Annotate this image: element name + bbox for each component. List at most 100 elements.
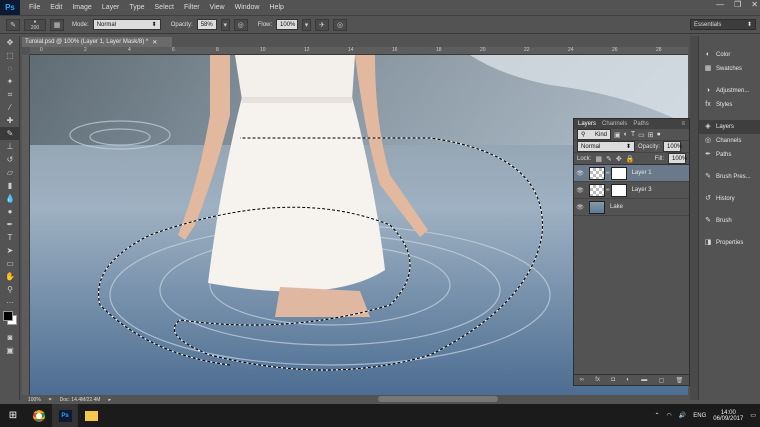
layer-row-lake[interactable]: 👁 Lake — [574, 199, 689, 216]
dock-item-styles[interactable]: fx Styles — [699, 98, 760, 112]
shape-tool[interactable]: ▭ — [0, 257, 20, 270]
mask-icon[interactable]: ◘ — [611, 377, 615, 383]
menu-layer[interactable]: Layer — [97, 4, 125, 11]
volume-icon[interactable]: 🔊 — [679, 412, 686, 419]
clone-stamp-tool[interactable]: ⊥ — [0, 140, 20, 153]
hand-tool[interactable]: ✋ — [0, 270, 20, 283]
path-select-tool[interactable]: ➤ — [0, 244, 20, 257]
shape-filter-icon[interactable]: ▭ — [638, 131, 645, 139]
quick-select-tool[interactable]: ✦ — [0, 75, 20, 88]
visibility-eye-icon[interactable]: 👁 — [574, 204, 586, 211]
pen-tool[interactable]: ✒ — [0, 218, 20, 231]
link-icon[interactable]: ∞ — [606, 187, 610, 193]
adjustment-icon[interactable]: ◐ — [626, 377, 630, 383]
restore-button[interactable]: ❐ — [734, 0, 741, 9]
vertical-ruler[interactable] — [22, 55, 30, 395]
dock-collapse-strip[interactable] — [690, 36, 698, 400]
dock-item-brush-presets[interactable]: ✎ Brush Pres... — [699, 170, 760, 184]
menu-type[interactable]: Type — [124, 4, 149, 11]
opacity-dropdown[interactable]: ▾ — [220, 18, 230, 31]
link-icon[interactable]: ∞ — [580, 377, 584, 383]
trash-icon[interactable]: 🗑 — [676, 377, 684, 384]
lock-position-icon[interactable]: ✥ — [616, 155, 622, 163]
menu-edit[interactable]: Edit — [45, 4, 67, 11]
foreground-color-swatch[interactable] — [3, 311, 13, 321]
adjustment-filter-icon[interactable]: ◐ — [624, 131, 628, 138]
link-icon[interactable]: ∞ — [606, 170, 610, 176]
eraser-tool[interactable]: ▱ — [0, 166, 20, 179]
eyedropper-tool[interactable]: ⁄ — [0, 101, 20, 114]
wifi-icon[interactable]: ◠ — [667, 412, 672, 419]
history-brush-tool[interactable]: ↺ — [0, 153, 20, 166]
healing-brush-tool[interactable]: ✚ — [0, 114, 20, 127]
folder-icon[interactable]: ▬ — [641, 377, 647, 383]
screen-mode-toggle[interactable]: ▣ — [0, 344, 20, 357]
status-menu-button[interactable]: ▸ — [108, 397, 111, 403]
layer-mask-thumbnail[interactable] — [610, 166, 627, 180]
close-button[interactable]: ✕ — [751, 0, 758, 9]
dock-item-properties[interactable]: ◨ Properties — [699, 236, 760, 250]
dodge-tool[interactable]: ● — [0, 205, 20, 218]
fill-field[interactable]: 100% — [668, 153, 687, 164]
tab-channels[interactable]: Channels — [602, 121, 627, 127]
brush-size-picker[interactable]: ● 200 — [24, 18, 46, 31]
pressure-size-toggle[interactable]: ◎ — [333, 18, 348, 31]
photoshop-taskbar-button[interactable]: Ps — [52, 404, 78, 427]
filter-toggle-icon[interactable]: ● — [657, 131, 661, 138]
lock-all-icon[interactable]: 🔒 — [626, 155, 635, 163]
tab-paths[interactable]: Paths — [633, 121, 648, 127]
tab-layers[interactable]: Layers — [578, 121, 596, 127]
dock-item-swatches[interactable]: ▦ Swatches — [699, 62, 760, 76]
layer-opacity-field[interactable]: 100% — [663, 141, 682, 152]
quick-mask-toggle[interactable]: ◙ — [0, 331, 20, 344]
menu-filter[interactable]: Filter — [179, 4, 205, 11]
panel-menu-icon[interactable]: ≡ — [681, 121, 685, 127]
more-tools[interactable]: ··· — [0, 296, 20, 309]
dock-item-layers[interactable]: ◈ Layers — [699, 120, 760, 134]
minimize-button[interactable]: — — [716, 0, 724, 9]
brush-tool[interactable]: ✎ — [0, 127, 20, 140]
menu-select[interactable]: Select — [150, 4, 179, 11]
move-tool[interactable]: ✥ — [0, 36, 20, 49]
tool-preset-picker[interactable]: ✎ — [6, 18, 20, 31]
chrome-taskbar-button[interactable] — [26, 404, 52, 427]
layer-mask-thumbnail[interactable] — [610, 183, 627, 197]
filter-kind-select[interactable]: ⚲ Kind — [577, 129, 611, 140]
opacity-field[interactable]: 58% — [196, 19, 217, 30]
windows-start-button[interactable]: ⊞ — [0, 404, 26, 427]
notifications-icon[interactable]: ▭ — [750, 412, 756, 419]
brush-panel-toggle[interactable]: ▦ — [50, 18, 64, 31]
close-icon[interactable]: ✕ — [152, 39, 157, 46]
crop-tool[interactable]: ⌗ — [0, 88, 20, 101]
type-filter-icon[interactable]: T — [631, 131, 635, 138]
dock-item-channels[interactable]: ◎ Channels — [699, 134, 760, 148]
layer-row-layer-3[interactable]: 👁 ∞ Layer 3 — [574, 182, 689, 199]
zoom-level[interactable]: 100% — [28, 397, 41, 403]
dock-item-adjustments[interactable]: ◑ Adjustmen... — [699, 84, 760, 98]
document-tab[interactable]: Turoial.psd @ 100% (Layer 1, Layer Mask/… — [22, 37, 172, 47]
file-explorer-taskbar-button[interactable] — [78, 404, 104, 427]
airbrush-toggle[interactable]: ✈ — [315, 18, 330, 31]
layer-row-layer-1[interactable]: 👁 ∞ Layer 1 — [574, 165, 689, 182]
blur-tool[interactable]: 💧 — [0, 192, 20, 205]
horizontal-scrollbar[interactable] — [378, 396, 498, 402]
visibility-eye-icon[interactable]: 👁 — [574, 170, 586, 177]
flow-field[interactable]: 100% — [276, 19, 299, 30]
horizontal-ruler[interactable]: 0 2 4 6 8 10 12 14 16 18 20 22 24 26 28 — [30, 47, 688, 55]
zoom-tool[interactable]: ⚲ — [0, 283, 20, 296]
visibility-eye-icon[interactable]: 👁 — [574, 187, 586, 194]
menu-file[interactable]: File — [24, 4, 45, 11]
smart-object-filter-icon[interactable]: ⊞ — [648, 131, 654, 139]
dock-item-brush[interactable]: ✎ Brush — [699, 214, 760, 228]
marquee-tool[interactable]: ⬚ — [0, 49, 20, 62]
lock-transparency-icon[interactable]: ▦ — [595, 155, 602, 163]
lock-pixels-icon[interactable]: ✎ — [606, 155, 612, 163]
dock-item-history[interactable]: ↺ History — [699, 192, 760, 206]
workspace-select[interactable]: Essentials ⬍ — [690, 19, 756, 30]
menu-view[interactable]: View — [205, 4, 230, 11]
pixel-filter-icon[interactable]: ▣ — [614, 131, 621, 139]
language-indicator[interactable]: ENG — [693, 413, 706, 419]
menu-help[interactable]: Help — [265, 4, 289, 11]
lasso-tool[interactable]: ◌ — [0, 62, 20, 75]
dock-item-paths[interactable]: ✒ Paths — [699, 148, 760, 162]
